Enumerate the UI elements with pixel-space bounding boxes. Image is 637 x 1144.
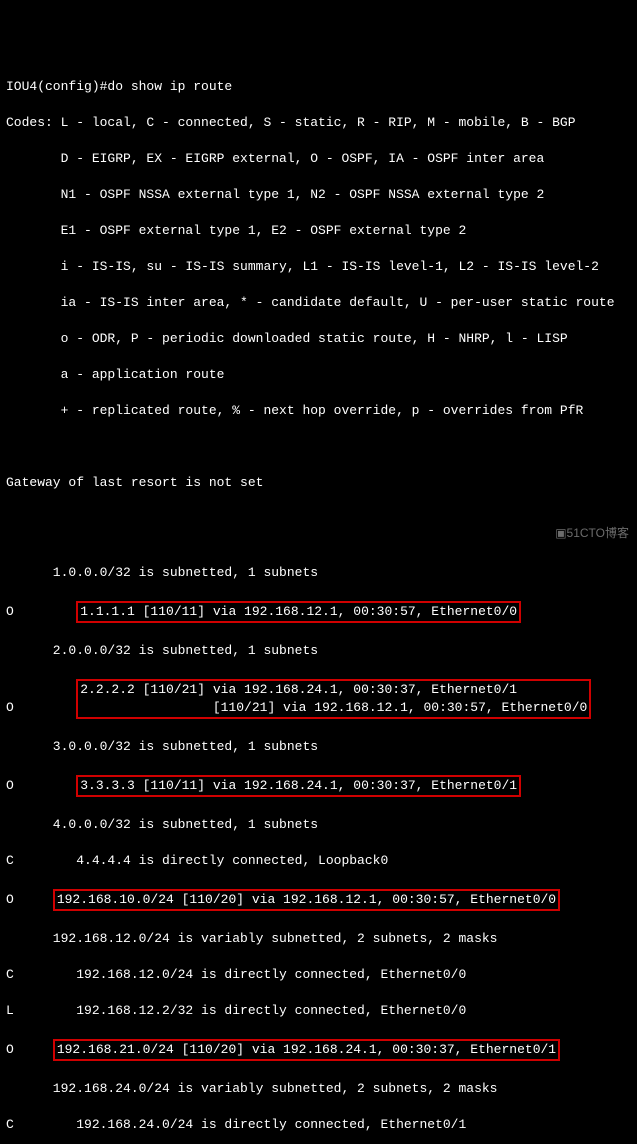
route-line: 3.0.0.0/32 is subnetted, 1 subnets (6, 738, 631, 756)
highlight-box: 2.2.2.2 [110/21] via 192.168.24.1, 00:30… (76, 679, 591, 719)
codes-2: N1 - OSPF NSSA external type 1, N2 - OSP… (6, 186, 631, 204)
route-prefix: O (6, 604, 76, 619)
codes-7: a - application route (6, 366, 631, 384)
route-line: 192.168.24.0/24 is variably subnetted, 2… (6, 1080, 631, 1098)
hl-row2: [110/21] via 192.168.12.1, 00:30:57, Eth… (150, 700, 587, 715)
gateway-line: Gateway of last resort is not set (6, 474, 631, 492)
codes-4: i - IS-IS, su - IS-IS summary, L1 - IS-I… (6, 258, 631, 276)
highlight-box: 192.168.21.0/24 [110/20] via 192.168.24.… (53, 1039, 560, 1061)
route-line: L 192.168.12.2/32 is directly connected,… (6, 1002, 631, 1020)
route-prefix: O (6, 778, 76, 793)
route-line: C 192.168.24.0/24 is directly connected,… (6, 1116, 631, 1134)
highlight-box: 192.168.10.0/24 [110/20] via 192.168.12.… (53, 889, 560, 911)
route-line: 4.0.0.0/32 is subnetted, 1 subnets (6, 816, 631, 834)
route-line: 1.0.0.0/32 is subnetted, 1 subnets (6, 564, 631, 582)
codes-5: ia - IS-IS inter area, * - candidate def… (6, 294, 631, 312)
route-prefix: O (6, 892, 53, 907)
blank-1 (6, 438, 631, 456)
hl-row1: 2.2.2.2 [110/21] via 192.168.24.1, 00:30… (80, 682, 517, 697)
route-line: O 192.168.21.0/24 [110/20] via 192.168.2… (6, 1038, 631, 1062)
route-line: 2.0.0.0/32 is subnetted, 1 subnets (6, 642, 631, 660)
route-line: C 192.168.12.0/24 is directly connected,… (6, 966, 631, 984)
route-line: C 4.4.4.4 is directly connected, Loopbac… (6, 852, 631, 870)
cmd-prompt: IOU4(config)#do show ip route (6, 78, 631, 96)
codes-3: E1 - OSPF external type 1, E2 - OSPF ext… (6, 222, 631, 240)
codes-8: + - replicated route, % - next hop overr… (6, 402, 631, 420)
route-prefix: O (6, 700, 76, 715)
highlight-box: 3.3.3.3 [110/11] via 192.168.24.1, 00:30… (76, 775, 521, 797)
watermark: ▣51CTO博客 (555, 524, 629, 542)
watermark-icon: ▣ (555, 526, 566, 540)
route-line: O 3.3.3.3 [110/11] via 192.168.24.1, 00:… (6, 774, 631, 798)
watermark-text: 51CTO博客 (567, 526, 629, 540)
codes-1: D - EIGRP, EX - EIGRP external, O - OSPF… (6, 150, 631, 168)
route-line: O 2.2.2.2 [110/21] via 192.168.24.1, 00:… (6, 678, 631, 720)
highlight-box: 1.1.1.1 [110/11] via 192.168.12.1, 00:30… (76, 601, 521, 623)
codes-6: o - ODR, P - periodic downloaded static … (6, 330, 631, 348)
route-line: O 192.168.10.0/24 [110/20] via 192.168.1… (6, 888, 631, 912)
route-prefix: O (6, 1042, 53, 1057)
route-line: O 1.1.1.1 [110/11] via 192.168.12.1, 00:… (6, 600, 631, 624)
blank-2 (6, 510, 631, 528)
route-line: 192.168.12.0/24 is variably subnetted, 2… (6, 930, 631, 948)
codes-0: Codes: L - local, C - connected, S - sta… (6, 114, 631, 132)
